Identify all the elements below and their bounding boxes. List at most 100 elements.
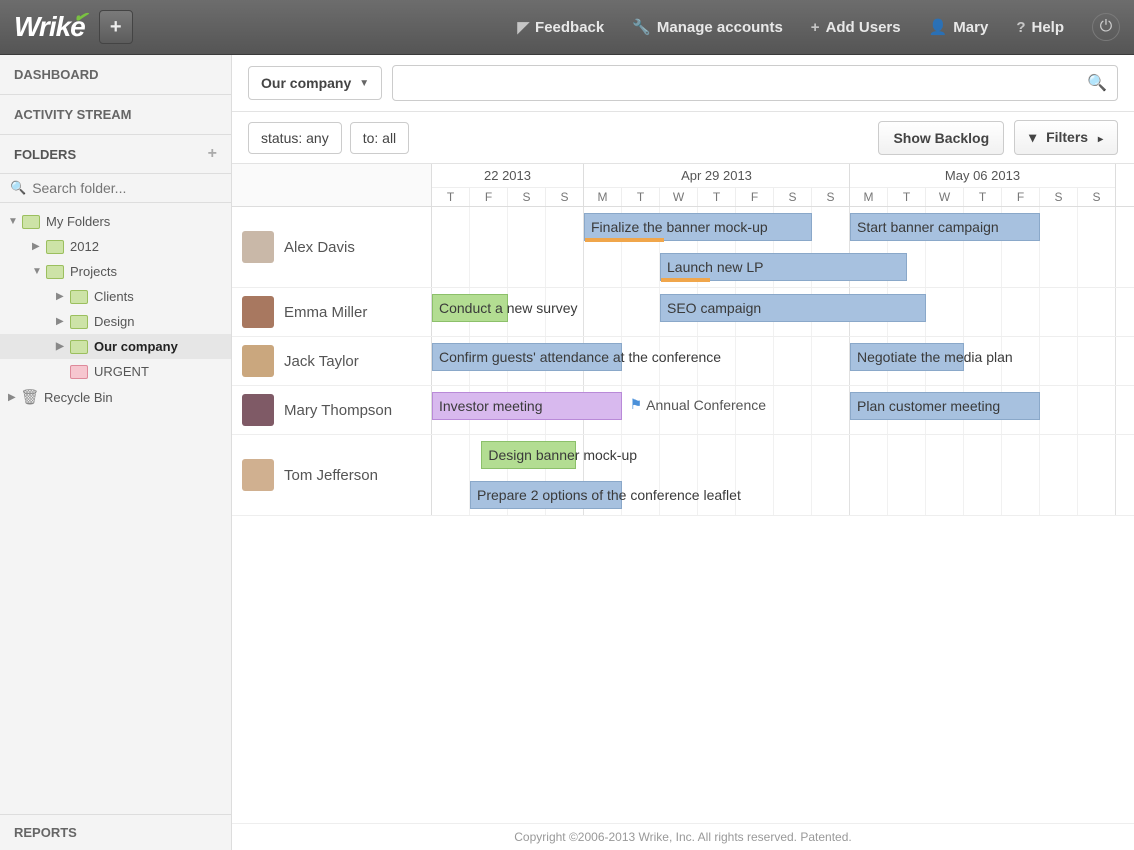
milestone[interactable]: ⚑Annual Conference [630,396,766,413]
avatar [242,394,274,426]
task-bar[interactable]: Investor meeting [432,392,622,420]
folder-label: 2012 [70,239,99,254]
task-search[interactable]: 🔍 [392,65,1118,101]
folder-label: URGENT [94,364,149,379]
manage-accounts-link[interactable]: 🔧 Manage accounts [632,18,783,36]
folder-icon [70,290,88,304]
help-link[interactable]: ? Help [1016,19,1064,36]
trash-icon: 🗑 [22,389,38,405]
day-header-cell: F [736,188,774,206]
folder-label: My Folders [46,214,110,229]
folder-our-company[interactable]: ▶ Our company [0,334,231,359]
folder-recycle-bin[interactable]: ▶ 🗑 Recycle Bin [0,384,231,410]
feedback-link[interactable]: ◤ Feedback [517,18,604,36]
add-users-label: Add Users [826,19,901,36]
timeline-row: Jack TaylorConfirm guests' attendance at… [232,337,1134,386]
task-label: Finalize the banner mock-up [591,219,768,235]
week-block: May 06 2013MTWTFSS [850,164,1116,206]
folder-icon [22,215,40,229]
folder-projects[interactable]: ▼ Projects [0,259,231,284]
timeline-body[interactable]: Alex Davis Finalize the banner mock-up Sta… [232,207,1134,823]
folder-icon [70,340,88,354]
current-user-link[interactable]: 👤 Mary [929,18,989,36]
day-header-cell: T [432,188,470,206]
toolbar-filters: status: any to: all Show Backlog ▾ Filte… [232,112,1134,164]
search-icon[interactable]: 🔍 [1087,73,1107,93]
task-bar[interactable]: Design banner mock-up [481,441,576,469]
person-name: Mary Thompson [284,402,392,419]
manage-label: Manage accounts [657,19,783,36]
chevron-right-icon: ▸ [1098,134,1103,145]
folder-2012[interactable]: ▶ 2012 [0,234,231,259]
feedback-label: Feedback [535,19,604,36]
timeline-row: Alex Davis Finalize the banner mock-up Sta… [232,207,1134,288]
person-name: Emma Miller [284,304,367,321]
task-label: Confirm guests' attendance at the confer… [439,349,721,365]
task-bar[interactable]: Prepare 2 options of the conference leaf… [470,481,622,509]
task-label: Investor meeting [439,398,543,414]
search-icon: 🔍 [10,180,26,196]
help-label: Help [1031,19,1064,36]
timeline-name-column-header [232,164,432,206]
timeline-date-header: 22 2013TFSSApr 29 2013MTWTFSSMay 06 2013… [432,164,1134,206]
timeline: 22 2013TFSSApr 29 2013MTWTFSSMay 06 2013… [232,164,1134,823]
tasks-cell: Finalize the banner mock-up Start banner … [432,207,1134,287]
caret-right-icon: ▶ [56,291,68,302]
avatar [242,459,274,491]
task-bar[interactable]: Negotiate the media plan [850,343,964,371]
folder-design[interactable]: ▶ Design [0,309,231,334]
task-lane: Launch new LP [432,247,1134,287]
day-header-cell: S [508,188,546,206]
task-bar[interactable]: Plan customer meeting [850,392,1040,420]
task-bar[interactable]: Conduct a new survey [432,294,508,322]
folder-urgent[interactable]: URGENT [0,359,231,384]
add-users-link[interactable]: + Add Users [811,19,901,36]
task-label: Launch new LP [667,259,764,275]
task-bar[interactable]: Launch new LP [660,253,907,281]
power-icon: ⏻ [1100,18,1113,36]
show-backlog-button[interactable]: Show Backlog [878,121,1004,155]
person-cell[interactable]: Jack Taylor [232,337,432,385]
person-cell[interactable]: Mary Thompson [232,386,432,434]
folder-label: Projects [70,264,117,279]
task-lane: Confirm guests' attendance at the confer… [432,337,1134,377]
sidebar-folders-header: FOLDERS + [0,135,231,174]
folder-clients[interactable]: ▶ Clients [0,284,231,309]
task-bar[interactable]: Start banner campaign [850,213,1040,241]
task-bar[interactable]: SEO campaign [660,294,926,322]
day-header-cell: M [850,188,888,206]
global-add-button[interactable]: + [99,10,133,44]
task-lane: Conduct a new survey SEO campaign [432,288,1134,328]
timeline-row: Tom Jefferson Design banner mock-up Prepar… [232,435,1134,516]
add-folder-button[interactable]: + [208,145,217,163]
status-filter-chip[interactable]: status: any [248,122,342,154]
folder-search[interactable]: 🔍 [0,174,231,203]
timeline-row: Emma Miller Conduct a new survey SEO campa… [232,288,1134,337]
task-label: Start banner campaign [857,219,999,235]
week-block: 22 2013TFSS [432,164,584,206]
person-name: Alex Davis [284,239,355,256]
folder-my-folders[interactable]: ▼ My Folders [0,209,231,234]
filters-button[interactable]: ▾ Filters ▸ [1014,120,1118,155]
sidebar-tab-dashboard[interactable]: DASHBOARD [0,55,231,95]
folder-search-input[interactable] [32,180,221,196]
folder-dropdown[interactable]: Our company ▼ [248,66,382,100]
funnel-icon: ▾ [1029,129,1036,145]
sidebar-tab-reports[interactable]: REPORTS [0,814,231,850]
flag-icon: ⚑ [630,396,643,413]
task-bar[interactable]: Confirm guests' attendance at the confer… [432,343,622,371]
avatar [242,231,274,263]
sidebar-tab-activity[interactable]: ACTIVITY STREAM [0,95,231,135]
logout-button[interactable]: ⏻ [1092,13,1120,41]
task-bar[interactable]: Finalize the banner mock-up [584,213,812,241]
week-title: May 06 2013 [850,164,1115,188]
task-search-input[interactable] [403,75,1087,91]
day-header-cell: S [812,188,849,206]
day-header-cell: T [622,188,660,206]
assignee-filter-chip[interactable]: to: all [350,122,409,154]
person-cell[interactable]: Tom Jefferson [232,435,432,515]
person-cell[interactable]: Emma Miller [232,288,432,336]
timeline-header: 22 2013TFSSApr 29 2013MTWTFSSMay 06 2013… [232,164,1134,207]
brand-logo: Wrike ✔ [14,11,85,43]
person-cell[interactable]: Alex Davis [232,207,432,287]
